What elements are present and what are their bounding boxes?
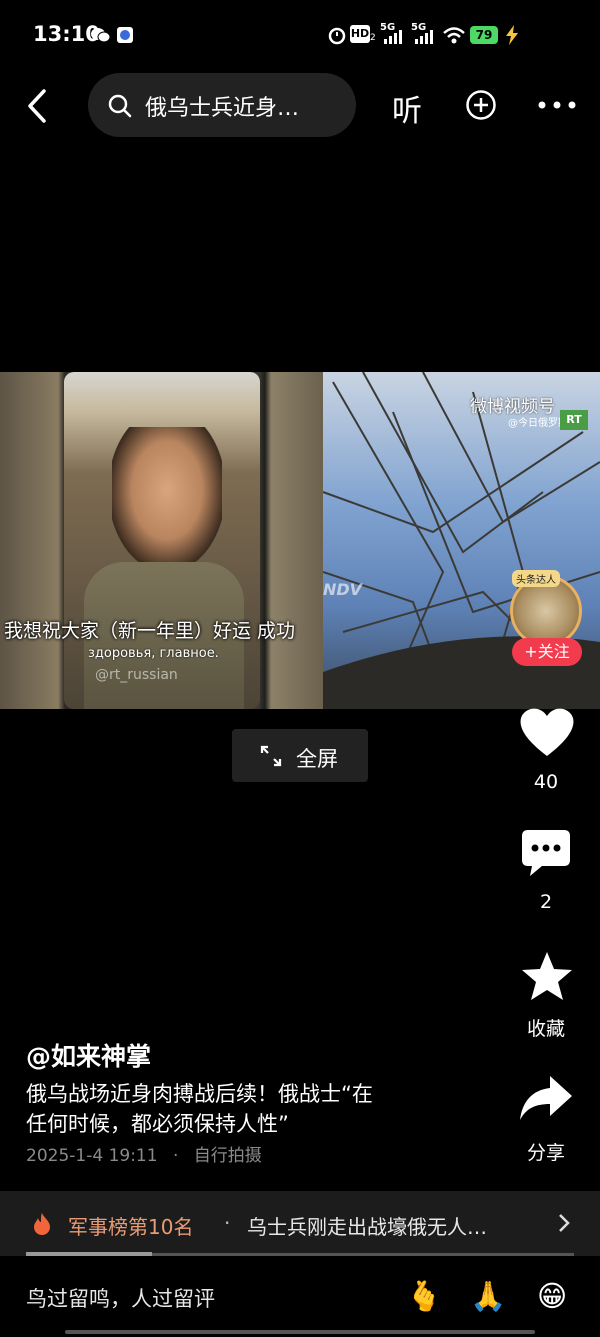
post-source: 自行拍摄	[193, 1146, 262, 1166]
weibo-account: @今日俄罗斯	[508, 418, 568, 429]
emoji-grin-button[interactable]: 😁	[537, 1279, 567, 1313]
post-date: 2025-1-4 19:11	[26, 1146, 158, 1166]
speaker-face	[112, 427, 222, 567]
search-query[interactable]: 俄乌士兵近身…	[145, 90, 299, 122]
share-arrow-icon[interactable]	[518, 1074, 574, 1122]
post-meta: 2025-1-4 19:11 · 自行拍摄	[26, 1141, 262, 1166]
favorite-star-icon[interactable]	[520, 950, 574, 1002]
favorite-label: 收藏	[526, 1018, 565, 1040]
subtitle-chinese: 我想祝大家（新一年里）好运 成功	[4, 620, 296, 642]
app-notification-icon	[117, 27, 133, 43]
trending-topic[interactable]: 乌士兵刚走出战壕俄无人…	[247, 1211, 487, 1240]
trending-separator: ·	[224, 1211, 231, 1235]
emoji-pray-button[interactable]: 🙏	[470, 1279, 506, 1314]
ndv-watermark: NDV	[323, 580, 363, 599]
follow-button[interactable]: +关注	[512, 638, 582, 666]
telegram-handle: @rt_russian	[95, 667, 178, 683]
comment-input[interactable]: 鸟过留鸣，人过留评	[26, 1283, 215, 1313]
trending-rank[interactable]: 军事榜第10名	[68, 1211, 193, 1240]
telegram-icon	[90, 666, 91, 667]
hd-voice-icon: HD	[350, 25, 370, 43]
comment-count: 2	[539, 891, 553, 913]
hd-voice-sub: 2	[370, 33, 376, 43]
caption-line-2: 任何时候，都必须保持人性”	[26, 1112, 289, 1136]
search-icon	[108, 94, 132, 118]
listen-button[interactable]: 听	[392, 86, 422, 130]
emoji-heart-hands-button[interactable]: 🫰	[406, 1279, 442, 1314]
wifi-icon	[443, 27, 465, 44]
wechat-icon	[91, 28, 110, 43]
like-heart-icon[interactable]	[519, 706, 575, 758]
chevron-right-icon[interactable]	[556, 1213, 572, 1233]
alarm-icon	[328, 27, 346, 45]
fullscreen-label: 全屏	[296, 747, 338, 771]
add-icon[interactable]	[466, 90, 496, 120]
fire-icon	[34, 1213, 50, 1235]
like-count: 40	[533, 771, 559, 793]
avatar-badge: 头条达人	[512, 570, 560, 587]
expand-icon	[260, 745, 282, 767]
share-label: 分享	[526, 1142, 565, 1164]
subtitle-russian: здоровья, главное.	[88, 646, 219, 661]
video-progress-fill	[26, 1252, 153, 1256]
signal-bars-2-icon	[415, 30, 433, 44]
charging-bolt-icon	[506, 25, 518, 45]
caption-line-1: 俄乌战场近身肉搏战后续！俄战士“在	[26, 1082, 373, 1106]
meta-dot: ·	[172, 1146, 179, 1166]
more-options-icon[interactable]	[537, 100, 577, 110]
author-name[interactable]: @如来神掌	[26, 1037, 151, 1073]
back-arrow-icon[interactable]	[22, 85, 58, 127]
comment-bubble-icon[interactable]	[520, 828, 572, 878]
rt-badge: RT	[560, 410, 588, 430]
battery-icon: 79	[470, 26, 498, 44]
home-indicator[interactable]	[65, 1330, 535, 1334]
signal-bars-1-icon	[384, 30, 402, 44]
